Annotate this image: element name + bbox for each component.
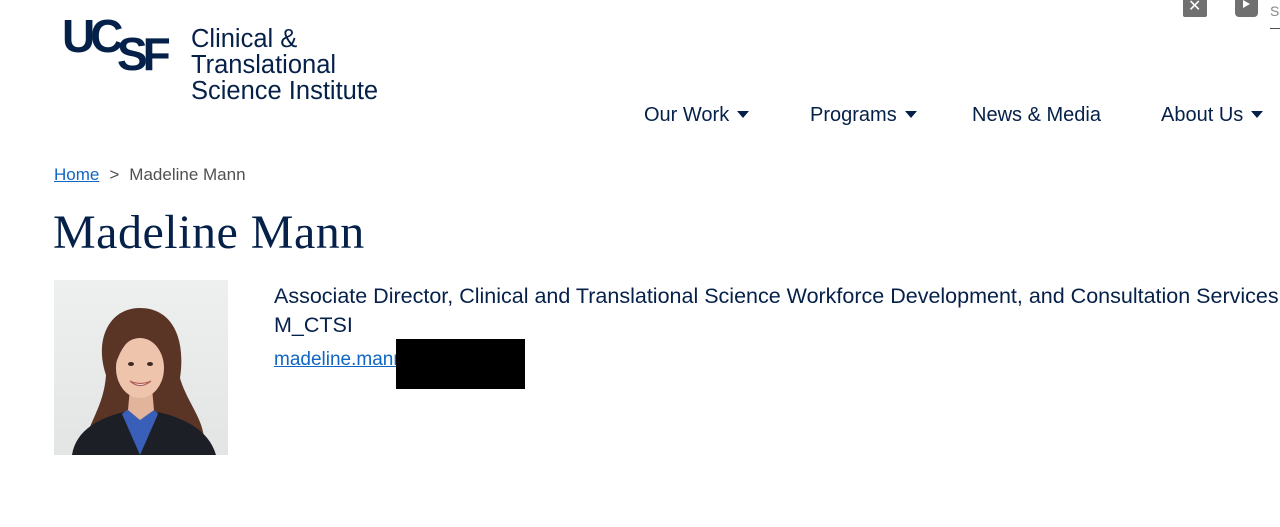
breadcrumb-separator: > xyxy=(109,165,120,184)
breadcrumb-current: Madeline Mann xyxy=(129,165,246,184)
ucsf-wordmark-icon: UC SF xyxy=(62,10,175,80)
youtube-icon xyxy=(1243,0,1250,8)
logo-line-1: Clinical & Translational xyxy=(191,25,337,79)
svg-text:SF: SF xyxy=(117,28,170,72)
nav-item-label: Programs xyxy=(810,104,897,126)
nav-item-programs[interactable]: Programs xyxy=(810,102,917,128)
caret-down-icon xyxy=(1251,111,1264,119)
breadcrumb-home-link[interactable]: Home xyxy=(54,165,99,184)
person-portrait-icon xyxy=(54,280,228,455)
caret-down-icon xyxy=(904,111,917,119)
x-icon: ✕ xyxy=(1188,0,1202,15)
svg-text:UC: UC xyxy=(62,14,122,62)
nav-item-news-media[interactable]: News & Media xyxy=(972,102,1101,128)
caret-down-icon xyxy=(737,111,750,119)
page-title: Madeline Mann xyxy=(53,206,365,259)
nav-item-about-us[interactable]: About Us xyxy=(1161,102,1264,128)
x-social-link[interactable]: ✕ xyxy=(1183,0,1207,17)
search-input[interactable]: S xyxy=(1270,0,1280,29)
breadcrumb: Home > Madeline Mann xyxy=(54,164,246,186)
department: M_CTSI xyxy=(274,313,353,337)
nav-item-label: About Us xyxy=(1161,104,1244,126)
nav-item-label: News & Media xyxy=(972,104,1101,126)
email-link[interactable]: madeline.mann xyxy=(274,348,404,372)
ucsf-logo-mark: UC SF xyxy=(62,10,178,80)
site-logo[interactable]: UC SF Clinical & Translational Science I… xyxy=(62,10,442,104)
institute-name: Clinical & Translational Science Institu… xyxy=(191,26,442,104)
redaction-block xyxy=(396,339,525,389)
nav-item-label: Our Work xyxy=(644,104,730,126)
search-input-text: S xyxy=(1270,3,1280,19)
youtube-social-link[interactable] xyxy=(1235,0,1258,17)
profile-photo xyxy=(54,280,228,455)
nav-item-our-work[interactable]: Our Work xyxy=(644,102,750,128)
logo-line-2: Science Institute xyxy=(191,77,379,105)
main-nav: Our Work Programs News & Media About Us xyxy=(0,102,1280,128)
job-title: Associate Director, Clinical and Transla… xyxy=(274,284,1279,308)
